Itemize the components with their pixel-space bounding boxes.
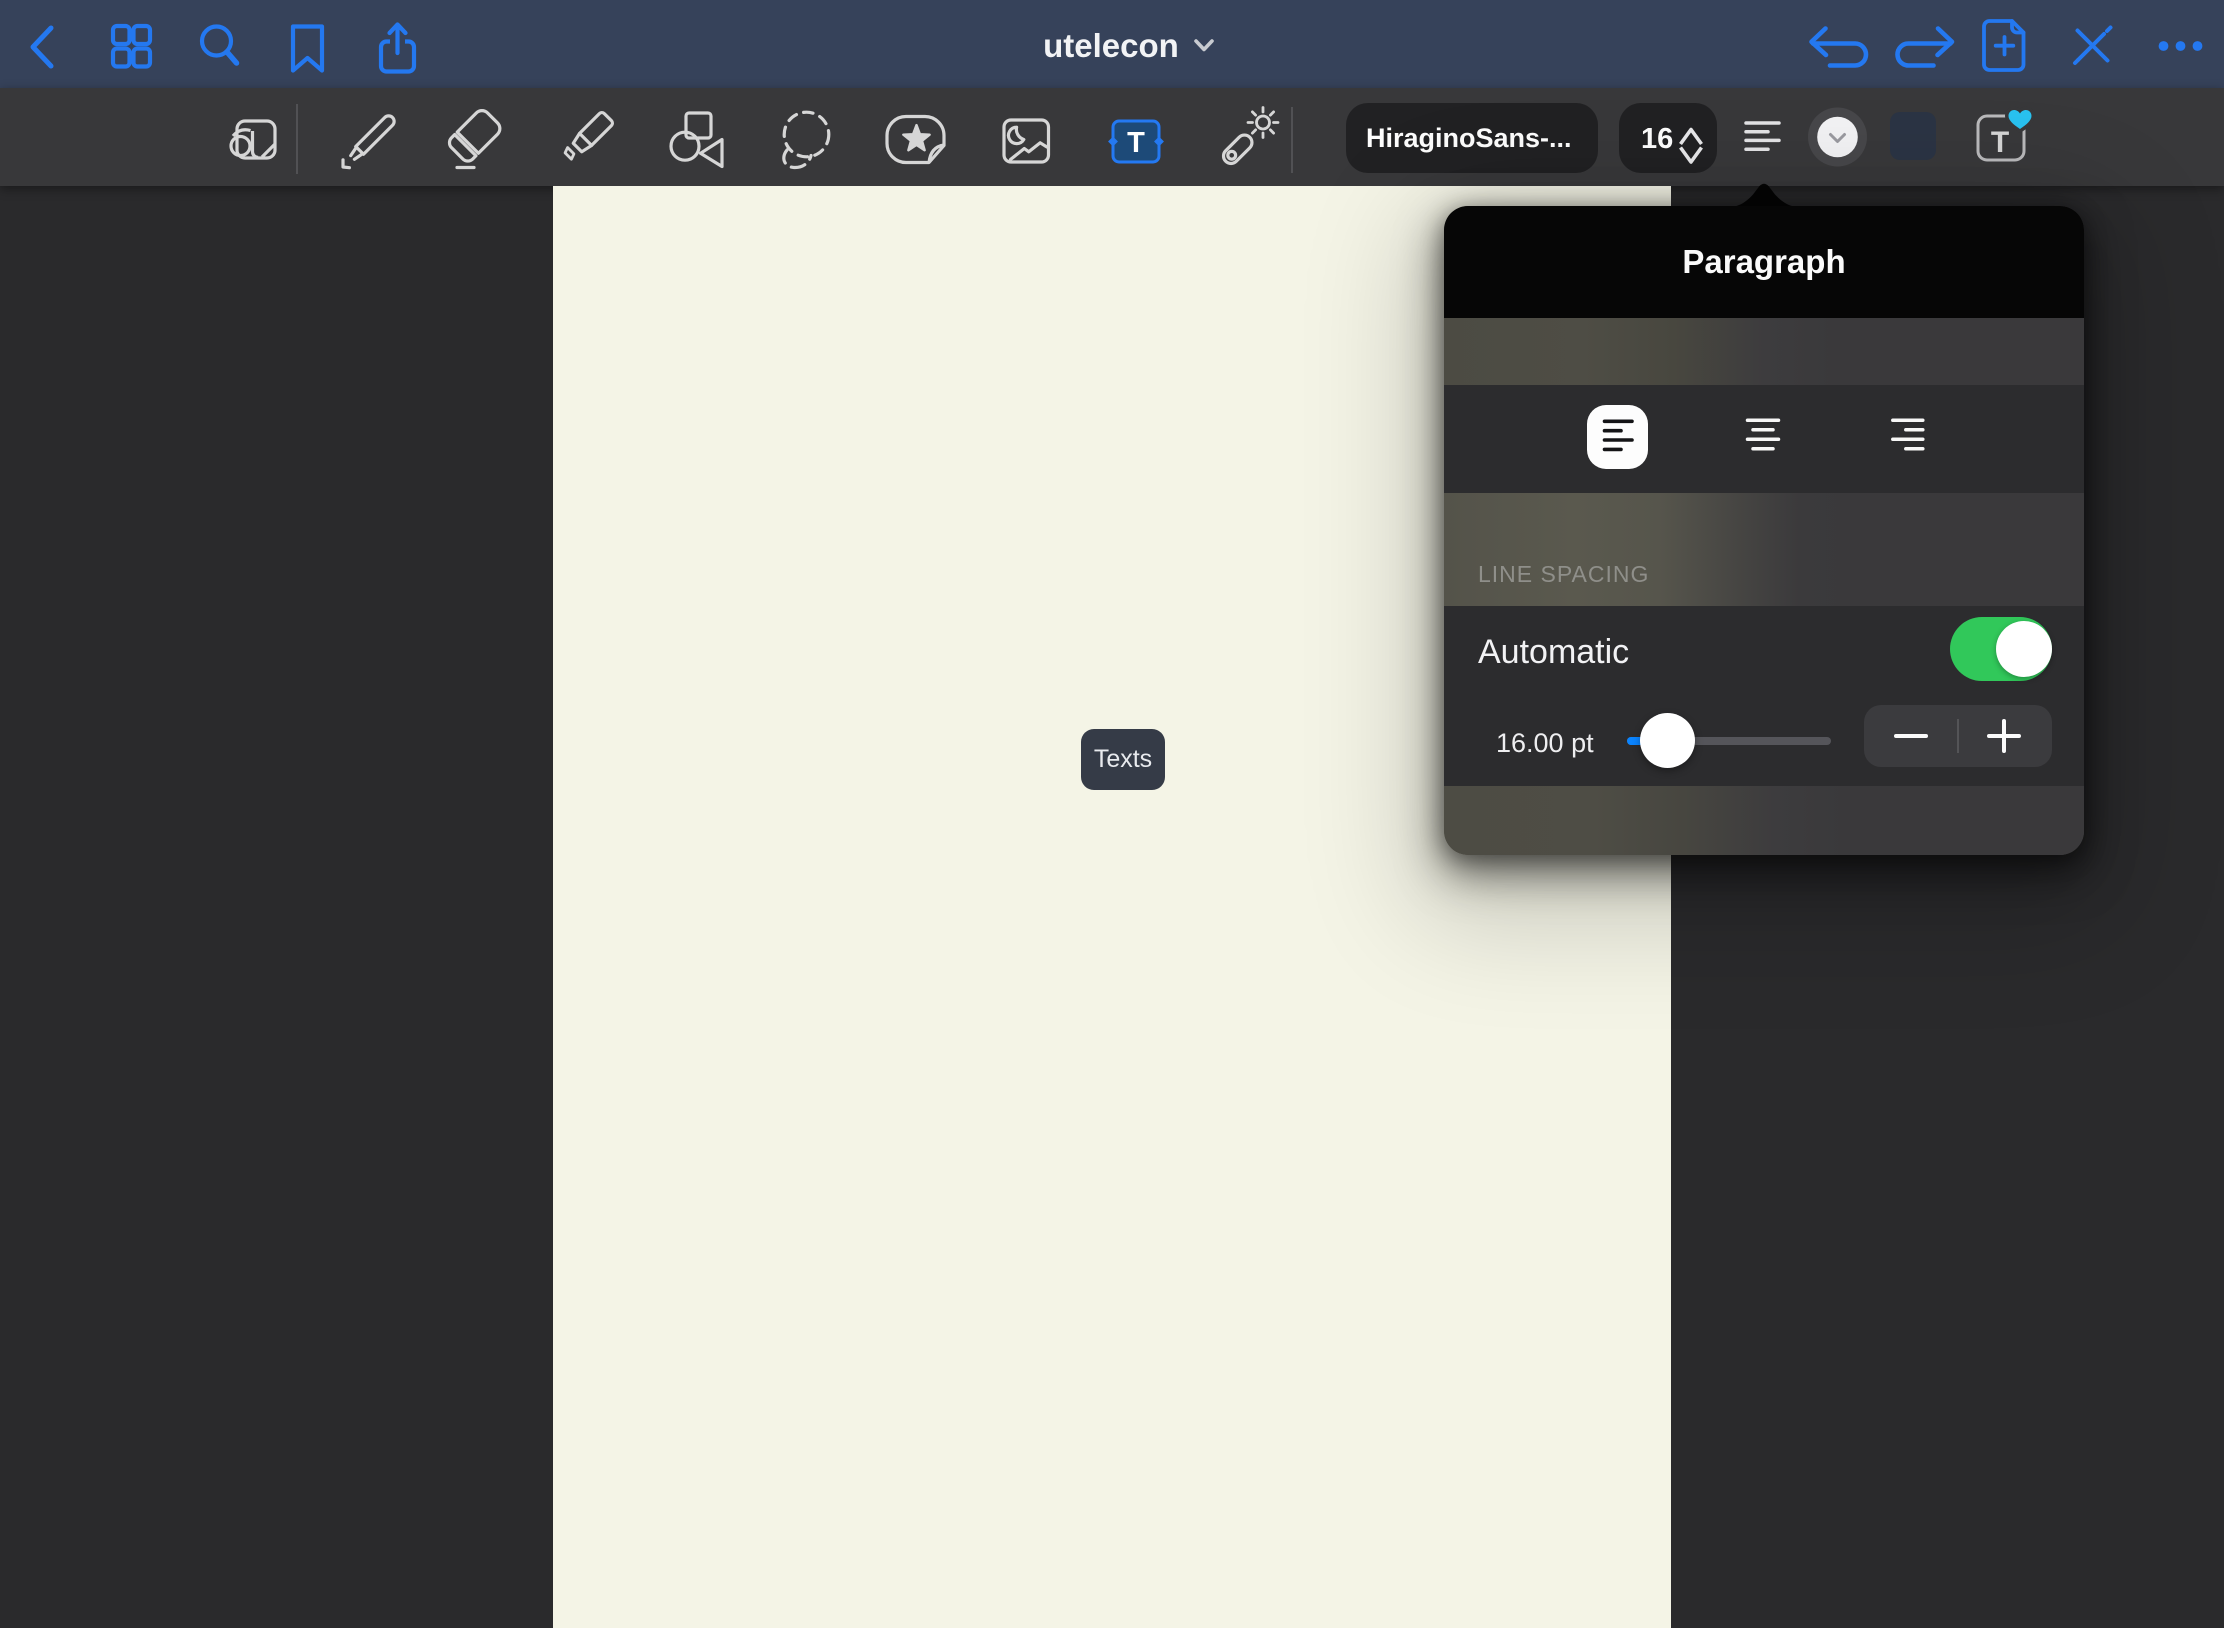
svg-text:utelecon: utelecon: [1043, 27, 1179, 64]
svg-text:16: 16: [1641, 123, 1673, 155]
svg-text:T: T: [1127, 127, 1145, 159]
svg-text:T: T: [1991, 126, 2009, 159]
svg-text:HiraginoSans-...: HiraginoSans-...: [1366, 123, 1572, 153]
